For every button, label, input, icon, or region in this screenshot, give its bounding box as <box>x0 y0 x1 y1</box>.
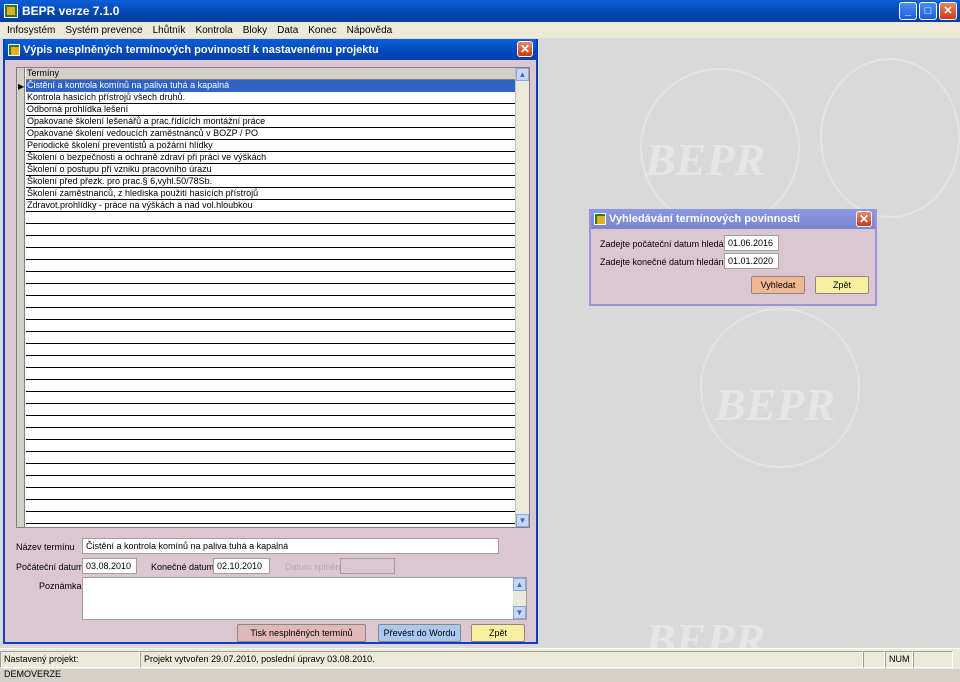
main-window-title: Výpis nesplněných termínových povinností… <box>23 43 379 56</box>
menu-item-5[interactable]: Data <box>272 25 303 36</box>
konecne-field[interactable]: 02.10.2010 <box>213 558 270 574</box>
status-created: Projekt vytvořen 29.07.2010, poslední úp… <box>140 650 863 668</box>
grid-body: Čistění a kontrola komínů na paliva tuhá… <box>26 80 516 527</box>
vertical-scrollbar[interactable]: ▲ ▼ <box>515 68 529 527</box>
menu-item-1[interactable]: Systém prevence <box>60 25 147 36</box>
terms-grid[interactable]: ▶ Termíny Čistění a kontrola komínů na p… <box>16 67 530 528</box>
end-date-label: Zadejte konečné datum hledání <box>600 257 727 267</box>
status-project: Nastavený projekt: DEMOVERZE <box>0 650 140 679</box>
main-window-titlebar: Výpis nesplněných termínových povinností… <box>5 39 536 60</box>
window-logo-icon <box>8 43 20 56</box>
table-row[interactable]: Zdravot.prohlídky - práce na výškách a n… <box>26 200 516 212</box>
table-row[interactable]: Školení zaměstnanců, z hlediska použití … <box>26 188 516 200</box>
table-row[interactable]: Školení před přezk. pro prac.§ 6,vyhl.50… <box>26 176 516 188</box>
close-icon[interactable]: ✕ <box>939 2 957 20</box>
status-resize-grip[interactable] <box>913 650 953 668</box>
watermark: BEPR <box>645 134 766 185</box>
menu-item-7[interactable]: Nápověda <box>342 25 398 36</box>
status-bar: Nastavený projekt: DEMOVERZE Projekt vyt… <box>0 648 960 679</box>
poznamka-scrollbar[interactable]: ▲ ▼ <box>513 578 526 619</box>
dialog-back-button[interactable]: Zpět <box>815 276 869 294</box>
end-date-field[interactable]: 01.01.2020 <box>724 253 779 269</box>
app-titlebar: BEPR verze 7.1.0 _ □ ✕ <box>0 0 960 22</box>
main-window: Výpis nesplněných termínových povinností… <box>3 39 538 644</box>
table-row[interactable]: Opakované školení vedoucích zaměstnanců … <box>26 128 516 140</box>
minimize-icon[interactable]: _ <box>899 2 917 20</box>
menu-item-0[interactable]: Infosystém <box>2 25 60 36</box>
dialog-title: Vyhledávání termínových povinností <box>609 213 800 225</box>
grid-header[interactable]: Termíny <box>26 68 516 80</box>
start-date-label: Zadejte počáteční datum hledání <box>600 239 732 249</box>
start-date-field[interactable]: 01.06.2016 <box>724 235 779 251</box>
row-pointer-icon: ▶ <box>18 82 25 91</box>
menu-item-2[interactable]: Lhůtník <box>148 25 191 36</box>
export-to-word-button[interactable]: Převést do Wordu <box>378 624 461 642</box>
table-row[interactable]: Čistění a kontrola komínů na paliva tuhá… <box>26 80 516 92</box>
konecne-label: Konečné datum <box>151 562 215 572</box>
poznamka-textarea[interactable] <box>82 577 527 620</box>
menu-item-3[interactable]: Kontrola <box>190 25 237 36</box>
menu-item-4[interactable]: Bloky <box>238 25 272 36</box>
splneni-label: Datum splnění <box>285 562 344 572</box>
pocatecni-label: Počáteční datum <box>16 562 84 572</box>
maximize-icon[interactable]: □ <box>919 2 937 20</box>
status-num: NUM <box>885 650 913 668</box>
menu-item-6[interactable]: Konec <box>303 25 341 36</box>
pocatecni-field[interactable]: 03.08.2010 <box>82 558 137 574</box>
scroll-down-icon[interactable]: ▼ <box>516 514 529 527</box>
search-button[interactable]: Vyhledat <box>751 276 805 294</box>
dialog-titlebar: Vyhledávání termínových povinností ✕ <box>591 209 875 229</box>
scroll-up-icon[interactable]: ▲ <box>513 578 526 591</box>
app-logo-icon <box>4 4 18 18</box>
status-caps <box>863 650 885 668</box>
dialog-logo-icon <box>594 213 606 225</box>
row-selector[interactable]: ▶ <box>17 68 25 527</box>
close-icon[interactable]: ✕ <box>517 41 533 57</box>
print-unfulfilled-button[interactable]: Tisk nesplněných termínů <box>237 624 366 642</box>
watermark: BEPR <box>645 614 766 648</box>
table-row[interactable]: Školení o bezpečnosti a ochraně zdraví p… <box>26 152 516 164</box>
mdi-workspace: BEPR BEPR BEPR Výpis nesplněných termíno… <box>0 38 960 648</box>
nazev-label: Název termínu <box>16 542 75 552</box>
search-dialog: Vyhledávání termínových povinností ✕ Zad… <box>589 209 877 306</box>
nazev-field[interactable]: Čistění a kontrola komínů na paliva tuhá… <box>82 538 499 554</box>
table-row[interactable]: Školení o postupu při vzniku pracovního … <box>26 164 516 176</box>
table-row[interactable]: Periodické školení preventistů a požární… <box>26 140 516 152</box>
table-row[interactable]: Kontrola hasicích přístrojů všech druhů. <box>26 92 516 104</box>
poznamka-label: Poznámka <box>39 581 82 591</box>
table-row[interactable]: Odborná prohlídka lešení <box>26 104 516 116</box>
table-row[interactable]: Opakované školení lešenářů a prac.řídící… <box>26 116 516 128</box>
back-button[interactable]: Zpět <box>471 624 525 642</box>
splneni-field: . . <box>340 558 395 574</box>
scroll-down-icon[interactable]: ▼ <box>513 606 526 619</box>
scroll-up-icon[interactable]: ▲ <box>516 68 529 81</box>
app-title: BEPR verze 7.1.0 <box>22 4 120 18</box>
close-icon[interactable]: ✕ <box>856 211 872 227</box>
menu-bar: Infosystém Systém prevence Lhůtník Kontrola… <box>0 22 960 38</box>
